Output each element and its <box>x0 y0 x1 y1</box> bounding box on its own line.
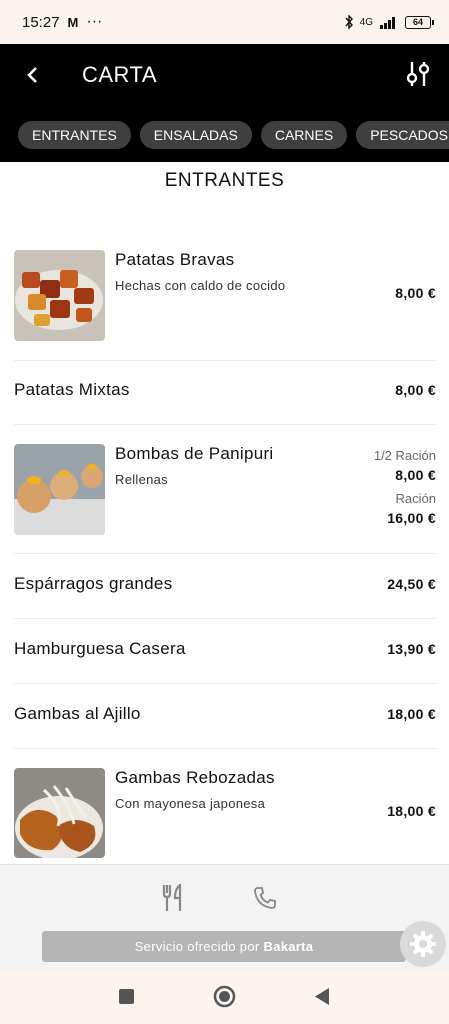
section-title: ENTRANTES <box>164 170 285 191</box>
item-name: Hamburguesa Casera <box>14 639 186 658</box>
menu-item-gambas-al-ajillo[interactable]: Gambas al Ajillo 18,00 € <box>14 684 436 749</box>
back-arrow-icon <box>27 67 37 83</box>
menu-item-patatas-mixtas[interactable]: Patatas Mixtas 8,00 € <box>14 361 436 425</box>
item-price: 24,50 € <box>387 576 436 592</box>
system-nav-bar <box>0 970 449 1024</box>
recents-button[interactable] <box>118 988 135 1010</box>
menu-button[interactable] <box>160 883 186 913</box>
menu-item-gambas-rebozadas[interactable]: Gambas Rebozadas Con mayonesa japonesa 1… <box>14 749 436 864</box>
dish-photo <box>14 250 105 341</box>
tab-pescados[interactable]: PESCADOS <box>356 121 449 149</box>
item-name: Gambas al Ajillo <box>14 704 141 723</box>
dish-photo <box>14 768 105 858</box>
call-button[interactable] <box>252 883 278 913</box>
menu-item-esparragos-grandes[interactable]: Espárragos grandes 24,50 € <box>14 554 436 619</box>
item-price: 8,00 € <box>395 285 436 301</box>
item-price: 18,00 € <box>387 803 436 819</box>
status-time: 15:27 <box>22 13 60 31</box>
item-name: Patatas Bravas <box>115 250 235 269</box>
circle-icon <box>213 985 236 1008</box>
bottom-bar: Servicio ofrecido por Bakarta <box>0 864 449 970</box>
mail-icon: M <box>67 14 79 30</box>
more-notifications-icon: ··· <box>86 13 103 30</box>
category-tabs: ENTRANTES ENSALADAS CARNES PESCADOS <box>18 121 449 149</box>
page-title: CARTA <box>82 62 158 87</box>
status-left: 15:27 M ··· <box>22 13 102 31</box>
item-price: 13,90 € <box>387 641 436 657</box>
triangle-back-icon <box>315 988 329 1005</box>
menu-item-bombas-de-panipuri[interactable]: Bombas de Panipuri Rellenas 1/2 Ración 8… <box>14 425 436 554</box>
header-row: CARTA <box>0 44 449 106</box>
portion-label: 1/2 Ración <box>373 448 436 463</box>
app-header: CARTA ENTRANTES ENSALADAS CARNES PESCADO… <box>0 44 449 162</box>
item-name: Patatas Mixtas <box>14 380 130 399</box>
item-name: Bombas de Panipuri <box>115 444 274 463</box>
item-price: 8,00 € <box>395 382 436 398</box>
portion-price: 16,00 € <box>387 510 436 526</box>
service-banner[interactable]: Servicio ofrecido por Bakarta <box>42 931 406 962</box>
gear-icon <box>410 931 436 957</box>
cutlery-icon <box>162 884 182 911</box>
portion-label: Ración <box>395 491 436 506</box>
back-button[interactable] <box>18 60 48 90</box>
signal-icon <box>380 17 395 29</box>
status-bar: 15:27 M ··· 4G 64 <box>0 0 449 44</box>
service-brand: Bakarta <box>263 939 314 954</box>
item-price: 18,00 € <box>387 706 436 722</box>
bottom-actions <box>160 883 278 913</box>
battery-level: 64 <box>412 17 423 27</box>
filter-sliders-icon <box>406 62 430 86</box>
portion-price: 8,00 € <box>395 467 436 483</box>
menu-item-patatas-bravas[interactable]: Patatas Bravas Hechas con caldo de cocid… <box>14 240 436 361</box>
item-description: Rellenas <box>115 472 168 487</box>
status-right: 4G 64 <box>344 15 434 29</box>
square-icon <box>119 989 134 1004</box>
menu-item-hamburguesa-casera[interactable]: Hamburguesa Casera 13,90 € <box>14 619 436 684</box>
item-description: Con mayonesa japonesa <box>115 796 266 811</box>
filter-button[interactable] <box>403 59 433 89</box>
tab-carnes[interactable]: CARNES <box>260 121 348 149</box>
tab-entrantes[interactable]: ENTRANTES <box>18 121 131 149</box>
bluetooth-icon <box>345 15 353 29</box>
item-name: Espárragos grandes <box>14 574 173 593</box>
dish-photo <box>14 444 105 535</box>
service-text: Servicio ofrecido por <box>134 939 260 954</box>
network-type-label: 4G <box>359 16 373 28</box>
phone-icon <box>254 887 276 909</box>
tab-ensaladas[interactable]: ENSALADAS <box>139 121 252 149</box>
item-name: Gambas Rebozadas <box>115 768 275 787</box>
item-description: Hechas con caldo de cocido <box>115 278 286 293</box>
back-nav-button[interactable] <box>313 987 330 1011</box>
home-button[interactable] <box>213 985 236 1013</box>
settings-button[interactable] <box>400 921 446 967</box>
battery-icon: 64 <box>405 15 434 29</box>
